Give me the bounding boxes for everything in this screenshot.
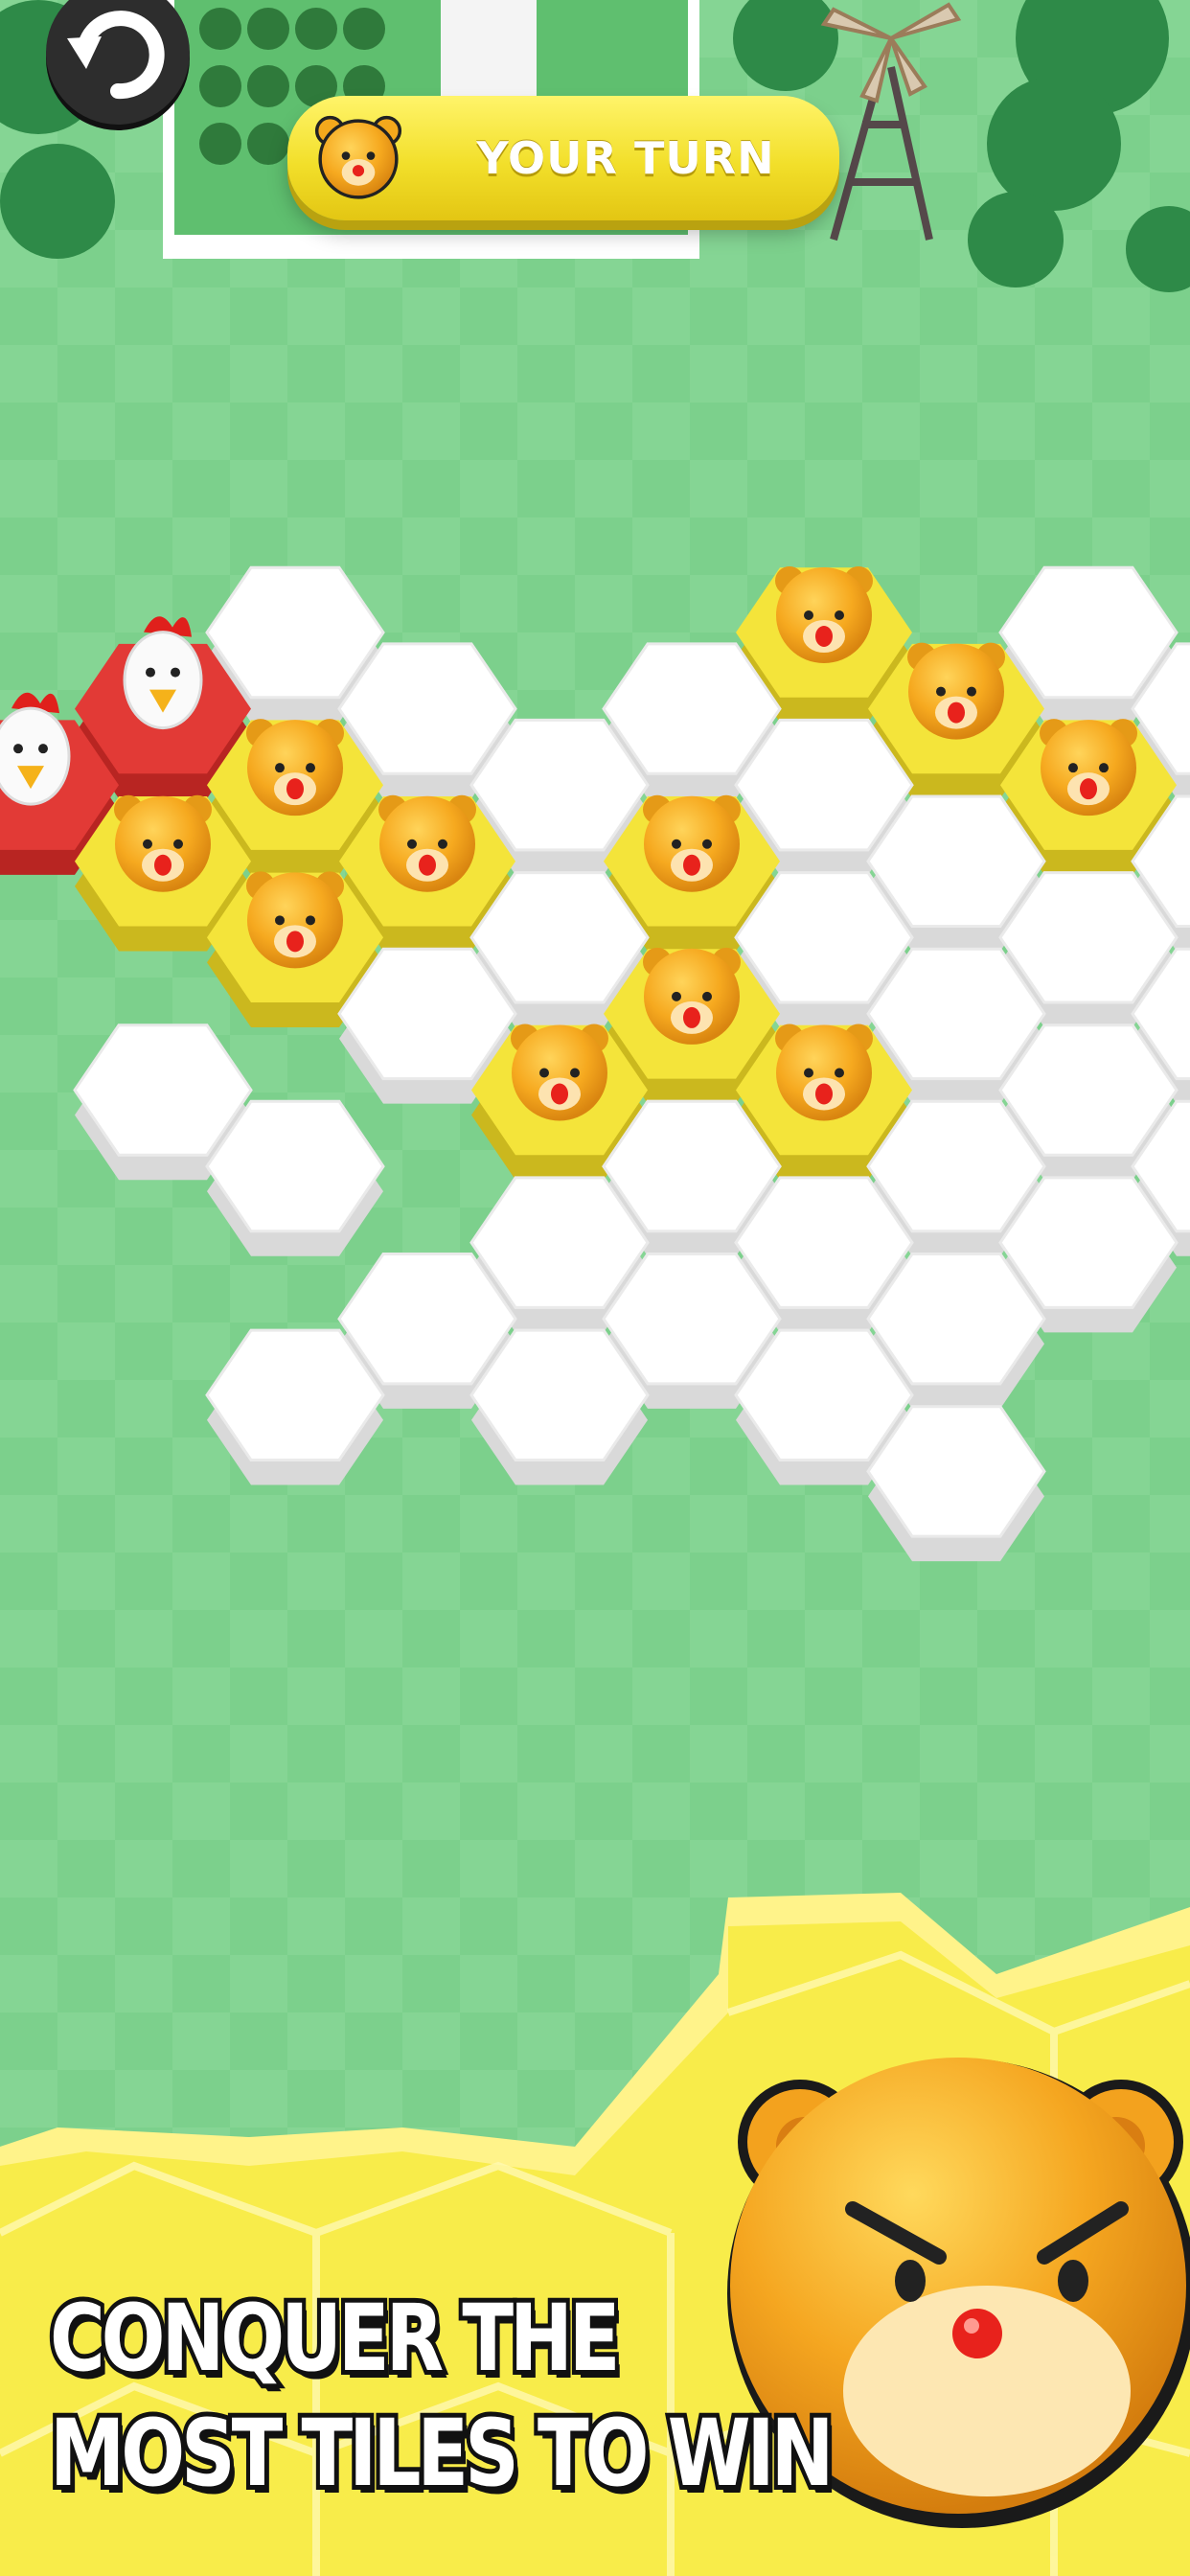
player-bear-avatar [314,115,402,199]
bear-piece [246,719,344,816]
bear-piece [907,642,1005,740]
promo-tagline: CONQUER THE MOST TILES TO WIN [46,2280,838,2512]
bear-piece [775,566,873,663]
bear-piece [1040,719,1137,816]
tagline-line-1: CONQUER THE [46,2280,625,2397]
game-board [0,0,1190,2576]
tagline-line-2: MOST TILES TO WIN [46,2395,838,2512]
undo-arrow-icon [67,11,165,100]
bear-piece [643,947,741,1045]
bear-piece [643,794,741,892]
bear-piece [775,1024,873,1121]
bear-piece [378,794,476,892]
bear-piece [246,871,344,969]
bear-piece [511,1024,608,1121]
turn-label: YOUR TURN [476,132,775,184]
turn-indicator: YOUR TURN [287,96,839,220]
bear-piece [114,794,212,892]
undo-button[interactable] [46,0,190,125]
